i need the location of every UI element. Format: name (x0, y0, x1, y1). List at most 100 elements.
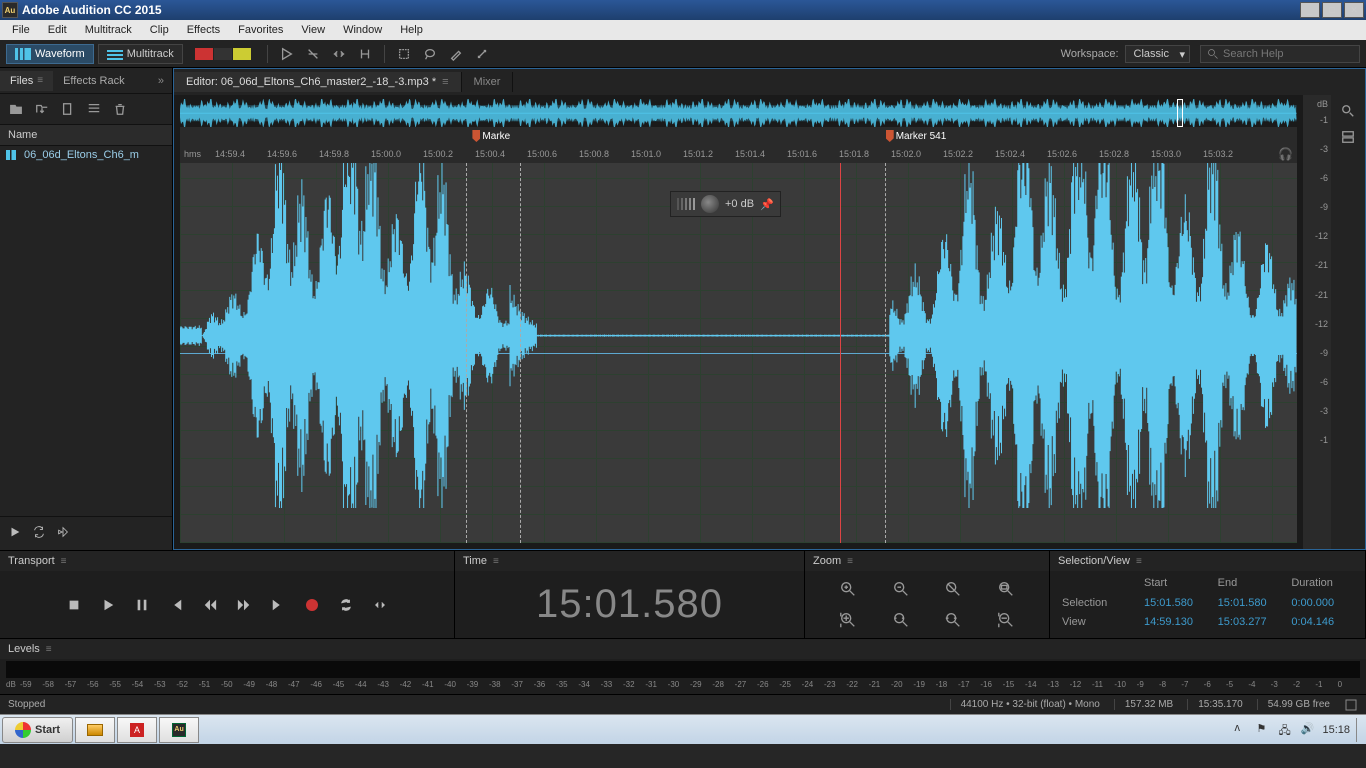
brush-tool-icon[interactable] (445, 43, 467, 65)
marker-a[interactable]: Marke (470, 127, 512, 145)
pause-button[interactable] (132, 595, 152, 615)
zoom-in-time-icon[interactable] (837, 578, 859, 600)
taskbar-item-audition[interactable]: Au (159, 717, 199, 743)
zoom-selection-icon[interactable] (995, 578, 1017, 600)
preview-loop-button[interactable] (32, 525, 46, 542)
time-select-tool-icon[interactable] (354, 43, 376, 65)
levels-meter[interactable] (6, 661, 1360, 678)
tray-volume-icon[interactable]: 🔊 (1300, 722, 1316, 738)
tray-network-icon[interactable]: 🖧 (1278, 722, 1294, 738)
waveform-display[interactable]: +0 dB 📌 (180, 163, 1297, 543)
editor-tab-mixer[interactable]: Mixer (462, 72, 514, 92)
new-multitrack-icon[interactable] (84, 100, 104, 118)
stop-button[interactable] (64, 595, 84, 615)
effects-rack-tab[interactable]: Effects Rack (53, 71, 135, 91)
main-area: Files≡ Effects Rack » Name 06_06d_Eltons… (0, 68, 1366, 550)
move-tool-icon[interactable] (276, 43, 298, 65)
lasso-tool-icon[interactable] (419, 43, 441, 65)
razor-tool-icon[interactable] (302, 43, 324, 65)
workspace-dropdown[interactable]: Classic (1125, 45, 1190, 63)
search-help-input[interactable]: Search Help (1200, 45, 1360, 63)
loop-button[interactable] (336, 595, 356, 615)
menu-bar: File Edit Multitrack Clip Effects Favori… (0, 20, 1366, 40)
play-button[interactable] (98, 595, 118, 615)
new-file-icon[interactable] (58, 100, 78, 118)
files-name-header[interactable]: Name (0, 125, 172, 146)
go-end-button[interactable] (268, 595, 288, 615)
menu-help[interactable]: Help (392, 22, 431, 38)
view-end-value[interactable]: 15:03.277 (1218, 616, 1280, 632)
heal-tool-icon[interactable] (471, 43, 493, 65)
levels-tick: -34 (578, 680, 590, 689)
maximize-button[interactable]: □ (1322, 2, 1342, 18)
zoom-out-time-icon[interactable] (890, 578, 912, 600)
view-duration-value[interactable]: 0:04.146 (1291, 616, 1353, 632)
forward-button[interactable] (234, 595, 254, 615)
zoom-full-icon[interactable] (942, 578, 964, 600)
menu-file[interactable]: File (4, 22, 38, 38)
hud-pin-icon[interactable]: 📌 (760, 198, 774, 211)
delete-icon[interactable] (110, 100, 130, 118)
menu-favorites[interactable]: Favorites (230, 22, 291, 38)
rewind-button[interactable] (200, 595, 220, 615)
headphone-icon[interactable]: 🎧 (1278, 147, 1293, 161)
levels-tick: -42 (400, 680, 412, 689)
minimize-button[interactable]: _ (1300, 2, 1320, 18)
menu-multitrack[interactable]: Multitrack (77, 22, 140, 38)
files-tab[interactable]: Files≡ (0, 71, 53, 91)
taskbar-item-explorer[interactable] (75, 717, 115, 743)
selection-duration-value[interactable]: 0:00.000 (1291, 597, 1353, 613)
editor-tab-active[interactable]: Editor: 06_06d_Eltons_Ch6_master2_-18_-3… (174, 72, 462, 92)
preview-play-button[interactable] (8, 525, 22, 542)
selection-start-value[interactable]: 15:01.580 (1144, 597, 1206, 613)
menu-edit[interactable]: Edit (40, 22, 75, 38)
record-button[interactable] (302, 595, 322, 615)
db-tick: -12 (1315, 231, 1328, 241)
multitrack-mode-button[interactable]: Multitrack (98, 44, 183, 64)
marker-b[interactable]: Marker 541 (884, 127, 949, 145)
tray-flag-icon[interactable]: ⚑ (1256, 722, 1272, 738)
show-desktop-button[interactable] (1356, 718, 1364, 742)
zoom-in-point-icon[interactable] (890, 609, 912, 631)
selection-end-value[interactable]: 15:01.580 (1218, 597, 1280, 613)
gain-knob[interactable] (701, 195, 719, 213)
playhead[interactable] (840, 163, 841, 543)
gain-hud[interactable]: +0 dB 📌 (670, 191, 781, 217)
zoom-out-point-icon[interactable] (942, 609, 964, 631)
menu-window[interactable]: Window (335, 22, 390, 38)
preview-autoplay-button[interactable] (56, 525, 70, 542)
import-icon[interactable] (32, 100, 52, 118)
menu-clip[interactable]: Clip (142, 22, 177, 38)
start-button[interactable]: Start (2, 717, 73, 743)
waveform-mode-button[interactable]: Waveform (6, 44, 94, 64)
close-button[interactable]: ✕ (1344, 2, 1364, 18)
tray-up-icon[interactable]: ʌ (1234, 722, 1250, 738)
menu-effects[interactable]: Effects (179, 22, 228, 38)
time-display[interactable]: 15:01.580 (455, 571, 804, 638)
levels-tick: -13 (1047, 680, 1059, 689)
go-start-button[interactable] (166, 595, 186, 615)
zoom-out-full-icon[interactable] (995, 609, 1017, 631)
overview-waveform[interactable]: // nothing here, decorative (180, 99, 1297, 127)
status-settings-icon[interactable] (1344, 698, 1358, 712)
slip-tool-icon[interactable] (328, 43, 350, 65)
marquee-tool-icon[interactable] (393, 43, 415, 65)
taskbar-clock[interactable]: 15:18 (1322, 724, 1350, 736)
spectral-toggle-icon[interactable] (1338, 127, 1358, 147)
ruler-tick: 15:00.2 (423, 149, 453, 159)
zoom-tool-icon[interactable] (1338, 101, 1358, 121)
status-free: 54.99 GB free (1257, 699, 1330, 710)
file-list-item[interactable]: 06_06d_Eltons_Ch6_m (0, 146, 172, 164)
taskbar-item-acrobat[interactable]: A (117, 717, 157, 743)
marker-bar[interactable]: Marke Marker 541 (180, 127, 1297, 145)
status-format: 44100 Hz • 32-bit (float) • Mono (950, 699, 1100, 710)
skip-selection-button[interactable] (370, 595, 390, 615)
zoom-in-amp-icon[interactable] (837, 609, 859, 631)
overview-viewport-indicator[interactable] (1177, 99, 1182, 127)
view-start-value[interactable]: 14:59.130 (1144, 616, 1206, 632)
time-ruler[interactable]: hms 🎧 14:59.414:59.614:59.815:00.015:00.… (180, 145, 1297, 163)
open-file-icon[interactable] (6, 100, 26, 118)
menu-view[interactable]: View (293, 22, 333, 38)
panel-overflow-icon[interactable]: » (150, 71, 172, 91)
levels-tick: -40 (444, 680, 456, 689)
